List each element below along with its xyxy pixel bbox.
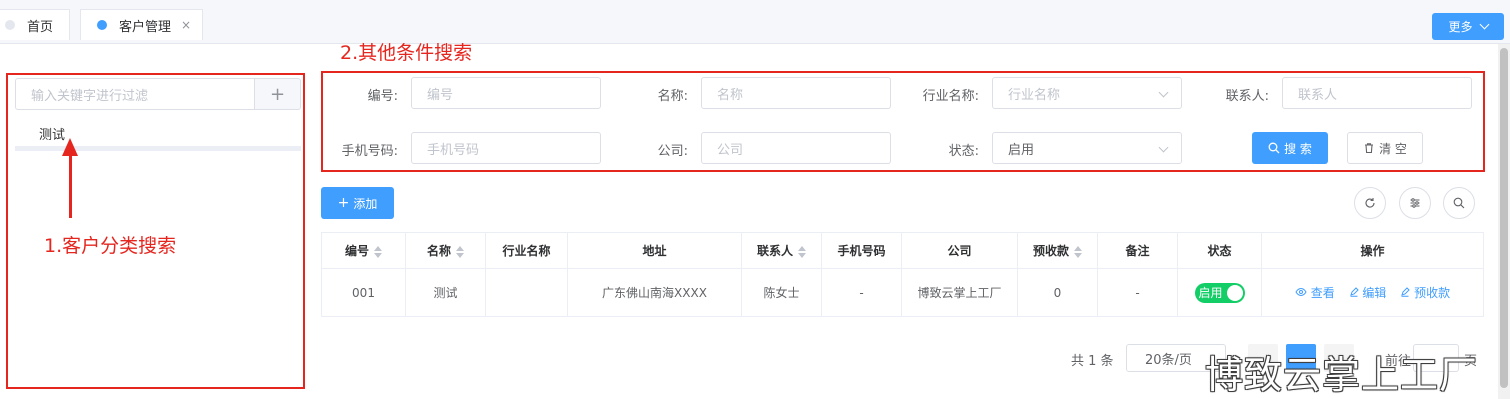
cell-status: 启用 xyxy=(1177,268,1262,317)
eye-icon xyxy=(1295,287,1307,297)
brand-watermark: 博致云掌上工厂 xyxy=(1205,353,1479,397)
chevron-down-icon xyxy=(1158,142,1169,153)
add-button[interactable]: + 添加 xyxy=(321,187,394,219)
search-icon xyxy=(1268,142,1280,154)
status-label: 状态: xyxy=(948,144,979,159)
column-settings-button[interactable] xyxy=(1399,187,1431,219)
scrollbar-thumb[interactable] xyxy=(1500,48,1508,388)
category-filter-input[interactable]: 输入关键字进行过滤 xyxy=(15,78,255,110)
tab-home-label: 首页 xyxy=(27,19,54,35)
page-scrollbar[interactable] xyxy=(1498,44,1510,399)
search-button[interactable]: 搜 索 xyxy=(1252,132,1328,164)
status-select[interactable]: 启用 xyxy=(992,132,1182,164)
clear-button[interactable]: 清 空 xyxy=(1347,132,1423,164)
tab-bar: 首页 客户管理 × 更多 xyxy=(0,0,1510,44)
edit-icon xyxy=(1401,287,1410,297)
column-header-industry: 行业名称 xyxy=(485,232,568,269)
plus-icon: + xyxy=(337,195,350,211)
contact-input[interactable]: 联系人 xyxy=(1282,77,1472,109)
tab-status-dot-icon xyxy=(5,20,15,30)
prepayment-link-label: 预收款 xyxy=(1414,286,1451,300)
code-label: 编号: xyxy=(367,89,398,104)
column-header-contact[interactable]: 联系人 xyxy=(741,232,822,269)
sort-icon[interactable] xyxy=(1074,245,1082,258)
sort-icon[interactable] xyxy=(456,245,464,258)
column-header-remark: 备注 xyxy=(1097,232,1178,269)
name-input[interactable]: 名称 xyxy=(701,77,891,109)
category-tree-selection xyxy=(15,146,301,151)
refresh-button[interactable] xyxy=(1354,187,1386,219)
table-header-row: 编号 名称 行业名称 地址 联系人 手机号码 公司 预收款 备注 状态 操作 xyxy=(321,232,1484,269)
table-row: 001 测试 广东佛山南海XXXX 陈女士 - 博致云掌上工厂 0 - 启用 查… xyxy=(321,268,1484,317)
industry-select-placeholder: 行业名称 xyxy=(1008,87,1061,103)
app-root: 首页 客户管理 × 更多 输入关键字进行过滤 + 测试 1.客户分类搜索 2.其… xyxy=(0,0,1510,399)
column-header-address: 地址 xyxy=(567,232,742,269)
cell-name: 测试 xyxy=(405,268,486,317)
status-toggle[interactable]: 启用 xyxy=(1194,282,1245,303)
cell-address: 广东佛山南海XXXX xyxy=(567,268,742,317)
tab-active-dot-icon xyxy=(97,20,107,30)
company-label: 公司: xyxy=(657,144,688,159)
code-input[interactable]: 编号 xyxy=(411,77,601,109)
chevron-down-icon xyxy=(1158,87,1169,98)
toggle-knob xyxy=(1226,284,1243,301)
chevron-down-icon xyxy=(1479,19,1489,30)
edit-icon xyxy=(1349,287,1359,297)
column-header-actions: 操作 xyxy=(1261,232,1484,269)
column-header-code[interactable]: 编号 xyxy=(321,232,406,269)
pagination-total: 共 1 条 xyxy=(1071,354,1114,369)
tab-customer-label: 客户管理 xyxy=(119,19,172,35)
column-header-company: 公司 xyxy=(901,232,1018,269)
phone-label: 手机号码: xyxy=(341,144,398,159)
sort-icon[interactable] xyxy=(798,245,806,258)
status-select-value: 启用 xyxy=(1008,142,1035,158)
edit-link-label: 编辑 xyxy=(1362,286,1387,300)
cell-company: 博致云掌上工厂 xyxy=(901,268,1018,317)
add-category-button[interactable]: + xyxy=(255,78,301,110)
edit-link[interactable]: 编辑 xyxy=(1349,286,1391,300)
view-link[interactable]: 查看 xyxy=(1295,286,1339,300)
column-header-status: 状态 xyxy=(1177,232,1262,269)
add-button-label: 添加 xyxy=(353,196,378,211)
column-header-phone: 手机号码 xyxy=(821,232,902,269)
tab-customer-management[interactable]: 客户管理 × xyxy=(80,9,203,40)
customer-table: 编号 名称 行业名称 地址 联系人 手机号码 公司 预收款 备注 状态 操作 0… xyxy=(321,232,1484,317)
company-input[interactable]: 公司 xyxy=(701,132,891,164)
cell-actions: 查看 编辑 预收款 xyxy=(1261,268,1484,317)
annotation-category-search: 1.客户分类搜索 xyxy=(44,235,177,257)
annotation-other-search: 2.其他条件搜索 xyxy=(340,42,473,64)
sort-icon[interactable] xyxy=(374,245,382,258)
more-dropdown-button[interactable]: 更多 xyxy=(1432,13,1504,40)
name-label: 名称: xyxy=(657,89,688,104)
phone-input[interactable]: 手机号码 xyxy=(411,132,601,164)
column-header-prepayment[interactable]: 预收款 xyxy=(1017,232,1098,269)
contact-label: 联系人: xyxy=(1225,89,1269,104)
status-toggle-label: 启用 xyxy=(1198,286,1223,300)
tab-close-icon[interactable]: × xyxy=(181,18,191,32)
cell-prepayment: 0 xyxy=(1017,268,1098,317)
toggle-search-button[interactable] xyxy=(1443,187,1475,219)
search-icon xyxy=(1453,197,1465,209)
clear-button-label: 清 空 xyxy=(1379,141,1407,156)
column-header-name[interactable]: 名称 xyxy=(405,232,486,269)
trash-icon xyxy=(1365,143,1374,154)
cell-remark: - xyxy=(1097,268,1178,317)
search-button-label: 搜 索 xyxy=(1284,141,1312,156)
refresh-icon xyxy=(1365,198,1375,208)
cell-phone: - xyxy=(821,268,902,317)
more-button-label: 更多 xyxy=(1448,20,1473,34)
cell-code: 001 xyxy=(321,268,406,317)
prepayment-link[interactable]: 预收款 xyxy=(1400,286,1450,300)
industry-label: 行业名称: xyxy=(922,89,979,104)
tab-home[interactable]: 首页 xyxy=(0,9,70,40)
cell-contact: 陈女士 xyxy=(741,268,822,317)
sliders-icon xyxy=(1410,198,1420,208)
annotation-arrow-line xyxy=(69,152,72,218)
industry-select[interactable]: 行业名称 xyxy=(992,77,1182,109)
cell-industry xyxy=(485,268,568,317)
view-link-label: 查看 xyxy=(1310,286,1335,300)
